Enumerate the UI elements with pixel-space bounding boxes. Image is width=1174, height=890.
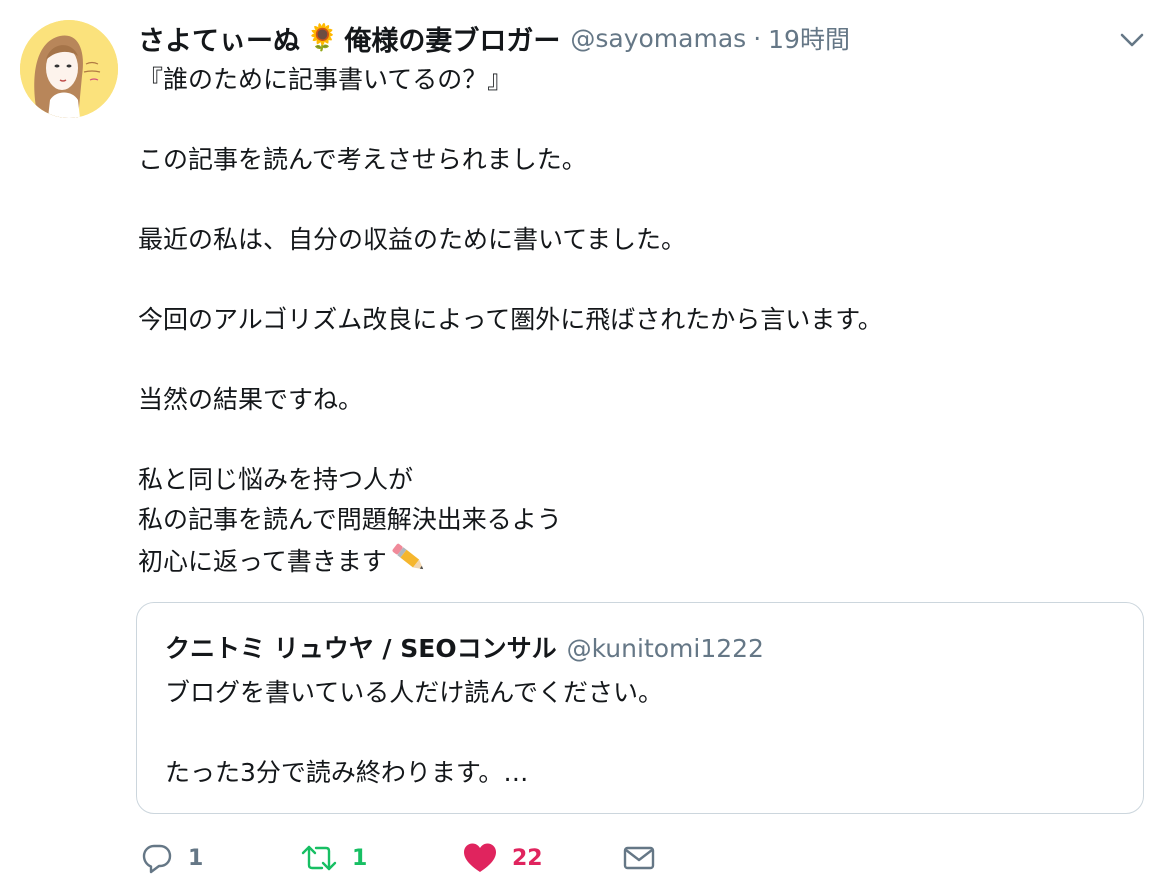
timestamp[interactable]: 19時間 (768, 20, 850, 56)
display-name-suffix[interactable]: 俺様の妻ブロガー (344, 19, 560, 58)
tweet-line-last: 初心に返って書きます (138, 540, 1138, 580)
avatar[interactable] (20, 20, 118, 118)
quoted-line: たった3分で読み終わります。… (165, 758, 529, 787)
quoted-line-gap (165, 713, 663, 753)
quoted-user-handle: @kunitomi1222 (566, 634, 764, 663)
tweet-line: 『誰のために記事書いてるの？』 (138, 65, 513, 94)
quoted-tweet-text: ブログを書いている人だけ読んでください。 たった3分で読み終わります。… (165, 673, 663, 793)
tweet-line-gap (138, 260, 1138, 300)
display-name[interactable]: さよてぃーぬ (138, 19, 300, 58)
user-handle[interactable]: @sayomamas (570, 24, 746, 53)
envelope-icon (622, 841, 656, 875)
tweet-line: 最近の私は、自分の収益のために書いてました。 (138, 225, 687, 254)
sunflower-emoji: 🌻 (306, 23, 339, 53)
tweet-line: 私の記事を読んで問題解決出来るよう (138, 505, 562, 534)
pencil-emoji (389, 540, 429, 588)
tweet-line: この記事を読んで考えさせられました。 (138, 145, 587, 174)
chevron-down-icon[interactable] (1114, 22, 1150, 58)
like-count: 22 (512, 845, 543, 871)
retweet-count: 1 (352, 845, 368, 871)
quoted-tweet[interactable]: クニトミ リュウヤ / SEOコンサル @kunitomi1222 ブログを書い… (136, 602, 1144, 814)
tweet-line: 今回のアルゴリズム改良によって圏外に飛ばされたから言います。 (138, 305, 883, 334)
quoted-tweet-header: クニトミ リュウヤ / SEOコンサル @kunitomi1222 (165, 629, 764, 665)
reply-count: 1 (188, 845, 204, 871)
reply-icon (140, 841, 174, 875)
tweet-header: さよてぃーぬ 🌻 俺様の妻ブロガー @sayomamas · 19時間 (138, 18, 850, 58)
tweet-line-gap (138, 100, 1138, 140)
tweet-line: 私と同じ悩みを持つ人が (138, 465, 414, 494)
tweet-line-gap (138, 340, 1138, 380)
separator-dot: · (753, 23, 762, 53)
tweet: さよてぃーぬ 🌻 俺様の妻ブロガー @sayomamas · 19時間 『誰のた… (0, 0, 1174, 890)
quoted-display-name: クニトミ リュウヤ / SEOコンサル (165, 634, 557, 663)
avatar-illustration (20, 20, 118, 118)
tweet-line-gap (138, 180, 1138, 220)
like-button[interactable]: 22 (462, 838, 543, 878)
tweet-actions: 1 1 22 (140, 838, 700, 878)
tweet-line: 当然の結果ですね。 (138, 385, 364, 414)
reply-button[interactable]: 1 (140, 838, 203, 878)
retweet-button[interactable]: 1 (300, 838, 367, 878)
retweet-icon (300, 841, 338, 875)
tweet-line-text: 初心に返って書きます (138, 547, 387, 576)
quoted-line: ブログを書いている人だけ読んでください。 (165, 678, 664, 707)
heart-icon (462, 841, 498, 875)
tweet-text: 『誰のために記事書いてるの？』 この記事を読んで考えさせられました。 最近の私は… (138, 60, 1138, 580)
tweet-line-gap (138, 420, 1138, 460)
direct-message-button[interactable] (622, 838, 656, 878)
